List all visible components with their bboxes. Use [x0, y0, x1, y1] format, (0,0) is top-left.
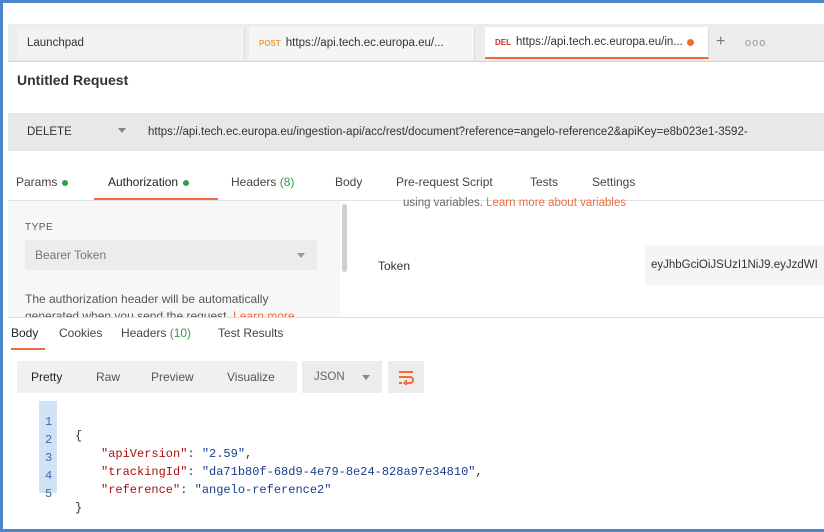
raw-button[interactable]: Raw: [96, 370, 120, 384]
tab-launchpad[interactable]: Launchpad: [17, 27, 245, 59]
headers-count: (8): [279, 175, 295, 189]
json-colon: :: [187, 447, 202, 461]
tab-response-body[interactable]: Body: [11, 326, 38, 340]
json-key: "reference": [101, 483, 181, 497]
format-select-value: JSON: [314, 371, 345, 383]
json-field: "trackingId": "da71b80f-68d9-4e79-8e24-8…: [101, 465, 483, 479]
chevron-down-icon: [118, 128, 126, 133]
unsaved-dot-icon: [686, 38, 694, 46]
token-input[interactable]: eyJhbGciOiJSUzI1NiJ9.eyJzdWI: [645, 245, 824, 285]
method-select-value: DELETE: [27, 126, 72, 138]
request-title[interactable]: Untitled Request: [17, 72, 128, 88]
tab-test-results[interactable]: Test Results: [218, 326, 283, 340]
json-key: "trackingId": [101, 465, 188, 479]
type-label: TYPE: [25, 222, 54, 233]
request-subtabs: Params Authorization Headers (8) Body Pr…: [8, 163, 824, 201]
auth-description-text: The authorization header will be automat…: [25, 292, 269, 317]
response-tabs: Body Cookies Headers (10) Test Results: [8, 317, 824, 350]
request-tab-bar: Launchpad POST https://api.tech.ec.europ…: [8, 24, 824, 62]
tab-response-headers[interactable]: Headers (10): [121, 326, 191, 340]
format-select[interactable]: JSON: [302, 361, 382, 393]
code-line: 4 "reference": "angelo-reference2": [8, 455, 331, 497]
tab-launchpad-label: Launchpad: [27, 37, 84, 49]
code-line: 1 {: [8, 401, 82, 443]
json-comma: ,: [475, 465, 483, 479]
open-brace: {: [75, 429, 83, 443]
tab-prerequest-script[interactable]: Pre-request Script: [396, 175, 493, 189]
learn-more-variables-link[interactable]: Learn more about variables: [486, 197, 626, 209]
active-tab-indicator: [94, 198, 218, 200]
code-line: 5 }: [8, 473, 82, 515]
tab-settings[interactable]: Settings: [592, 175, 635, 189]
new-tab-button[interactable]: +: [716, 33, 725, 51]
auth-type-select[interactable]: Bearer Token: [25, 240, 317, 270]
close-brace: }: [75, 501, 83, 515]
json-key: "apiVersion": [101, 447, 188, 461]
code-line: 3 "trackingId": "da71b80f-68d9-4e79-8e24…: [8, 437, 483, 479]
chevron-down-icon: [362, 375, 370, 380]
tab-delete-request[interactable]: DEL https://api.tech.ec.europa.eu/in...: [485, 27, 709, 59]
active-response-tab-indicator: [11, 348, 45, 350]
tab-authorization[interactable]: Authorization: [108, 175, 190, 189]
json-field: "reference": "angelo-reference2": [101, 483, 331, 497]
json-comma: ,: [245, 447, 253, 461]
status-dot-icon: [183, 179, 190, 186]
tab-response-headers-label: Headers: [121, 326, 167, 340]
preview-button[interactable]: Preview: [151, 370, 194, 384]
tab-headers[interactable]: Headers (8): [231, 175, 294, 189]
status-dot-icon: [62, 179, 69, 186]
code-line: 2 "apiVersion": "2.59",: [8, 419, 252, 461]
json-value: "2.59": [201, 447, 246, 461]
json-colon: :: [187, 465, 202, 479]
variables-hint-text: using variables.: [403, 197, 483, 209]
tab-body[interactable]: Body: [335, 175, 362, 189]
tab-cookies[interactable]: Cookies: [59, 326, 102, 340]
variables-hint: using variables. Learn more about variab…: [403, 197, 626, 209]
auth-description: The authorization header will be automat…: [25, 291, 325, 317]
tab-post-url: https://api.tech.ec.europa.eu/...: [285, 37, 444, 49]
tab-params[interactable]: Params: [16, 175, 69, 189]
pretty-button[interactable]: Pretty: [31, 370, 62, 384]
json-value: "angelo-reference2": [194, 483, 332, 497]
response-toolbar: Pretty Raw Preview Visualize JSON: [8, 359, 824, 395]
wrap-lines-button[interactable]: [388, 361, 424, 393]
del-method-badge: DEL: [495, 37, 511, 47]
line-number: 5: [45, 487, 53, 501]
method-select[interactable]: DELETE: [13, 113, 138, 151]
auth-type-value: Bearer Token: [35, 248, 107, 262]
post-method-badge: POST: [259, 38, 281, 48]
more-tabs-icon[interactable]: ooo: [745, 37, 766, 49]
url-bar: DELETE https://api.tech.ec.europa.eu/ing…: [8, 113, 824, 151]
json-field: "apiVersion": "2.59",: [101, 447, 252, 461]
token-label: Token: [378, 259, 411, 273]
auth-panel-scrollbar[interactable]: [342, 204, 347, 272]
wrap-lines-icon: [399, 371, 414, 385]
response-headers-count: (10): [169, 326, 192, 340]
visualize-button[interactable]: Visualize: [227, 370, 275, 384]
json-value: "da71b80f-68d9-4e79-8e24-828a97e34810": [201, 465, 476, 479]
view-mode-group: Pretty Raw Preview Visualize: [17, 361, 297, 393]
response-body-code[interactable]: 1 { 2 "apiVersion": "2.59", 3 "trackingI…: [8, 401, 824, 515]
tab-tests[interactable]: Tests: [530, 175, 558, 189]
chevron-down-icon: [297, 253, 305, 258]
tab-headers-label: Headers: [231, 175, 277, 189]
tab-post-request[interactable]: POST https://api.tech.ec.europa.eu/...: [249, 27, 475, 59]
tab-del-url: https://api.tech.ec.europa.eu/in...: [516, 36, 683, 48]
json-colon: :: [180, 483, 195, 497]
tab-params-label: Params: [16, 175, 58, 189]
tab-authorization-label: Authorization: [108, 175, 179, 189]
auth-type-panel: TYPE Bearer Token The authorization head…: [8, 201, 340, 317]
url-input[interactable]: https://api.tech.ec.europa.eu/ingestion-…: [142, 113, 824, 151]
learn-more-link[interactable]: Learn more: [233, 309, 294, 317]
app-window: Launchpad POST https://api.tech.ec.europ…: [0, 0, 824, 532]
